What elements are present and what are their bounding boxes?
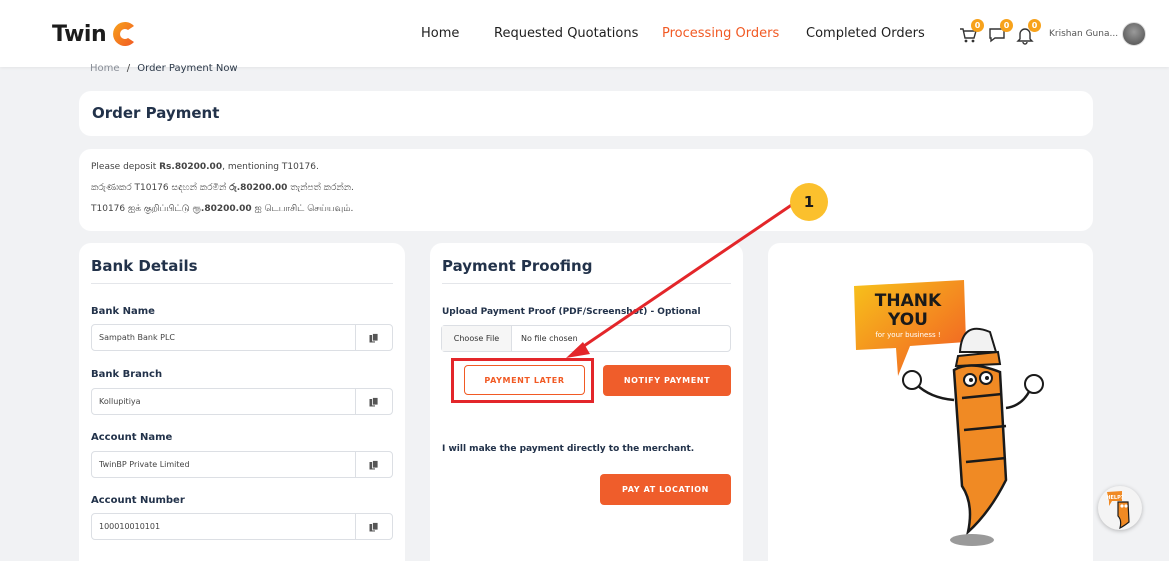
annotation-arrow [566,200,797,358]
help-mascot-icon: HELP? [1106,491,1130,530]
help-button[interactable]: HELP? [1098,486,1142,530]
step-number-badge: 1 [790,183,828,221]
help-label: HELP? [1106,495,1123,501]
